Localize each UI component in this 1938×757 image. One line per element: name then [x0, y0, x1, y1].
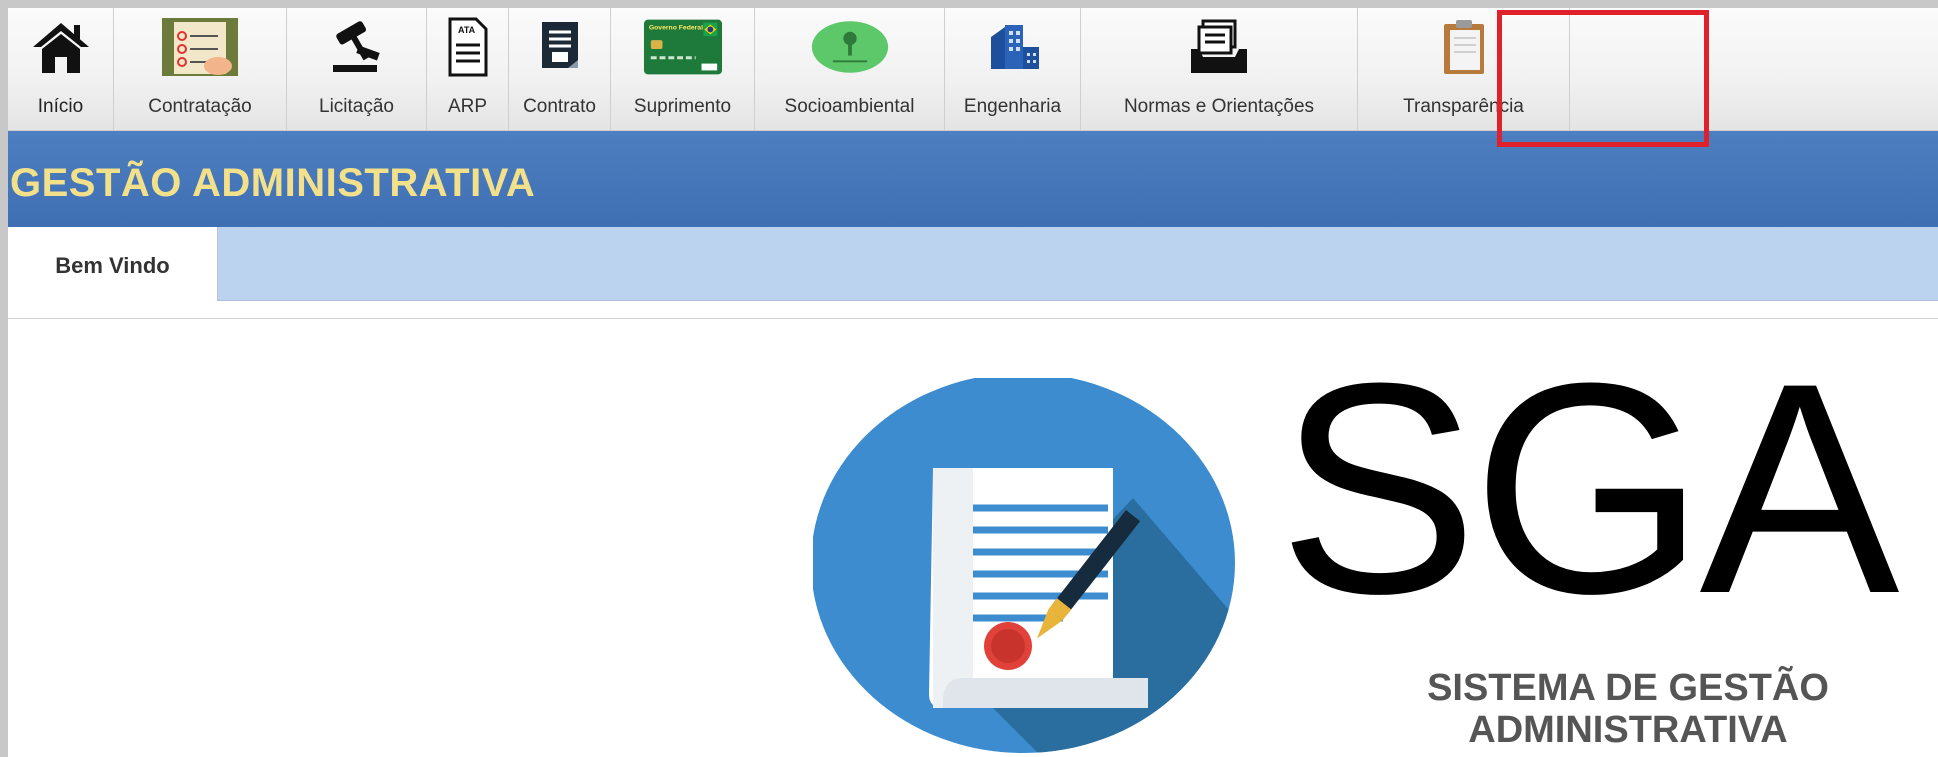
- contract-hiring-icon: [160, 14, 240, 80]
- menu-label: Socioambiental: [784, 96, 915, 117]
- menu-label: Contratação: [148, 96, 252, 117]
- transparencia-highlight-box: [1497, 10, 1709, 147]
- menu-item-contratacao[interactable]: Contratação: [114, 8, 287, 130]
- contract-icon: [520, 14, 600, 80]
- file-tray-icon: [1179, 14, 1259, 80]
- logo-subtitle-line1: SISTEMA DE GESTÃO: [1427, 667, 1829, 709]
- menu-item-suprimento[interactable]: Governo Federal Suprimento: [611, 8, 755, 130]
- menu-label: Suprimento: [633, 96, 732, 117]
- menu-label: Engenharia: [963, 96, 1062, 117]
- clipboard-icon: [1424, 14, 1504, 80]
- menu-label: Contrato: [523, 96, 596, 117]
- svg-text:ATA: ATA: [458, 25, 476, 35]
- tab-label: Bem Vindo: [55, 253, 170, 278]
- tab-strip: Bem Vindo: [8, 227, 1938, 301]
- tree-icon: [810, 14, 890, 80]
- menu-item-normas-e-orientacoes[interactable]: Normas e Orientações: [1081, 8, 1358, 130]
- divider: [8, 318, 1938, 319]
- ata-document-icon: ATA: [428, 14, 508, 80]
- menu-item-contrato[interactable]: Contrato: [509, 8, 611, 130]
- buildings-icon: [973, 14, 1053, 80]
- menu-label: ARP: [447, 96, 488, 117]
- menu-item-arp[interactable]: ATA ARP: [427, 8, 509, 130]
- logo-document-icon: [811, 373, 1243, 757]
- menu-label: Licitação: [319, 96, 394, 117]
- tab-bem-vindo[interactable]: Bem Vindo: [8, 227, 218, 301]
- svg-text:Governo Federal: Governo Federal: [648, 24, 702, 31]
- logo-subtitle: SISTEMA DE GESTÃO ADMINISTRATIVA: [1398, 667, 1858, 752]
- app-frame: Início Contratação Licitação ATA ARP Con…: [8, 8, 1938, 757]
- menu-item-socioambiental[interactable]: Socioambiental: [755, 8, 945, 130]
- menu-item-engenharia[interactable]: Engenharia: [945, 8, 1081, 130]
- home-icon: [21, 14, 101, 80]
- menu-item-licitacao[interactable]: Licitação: [287, 8, 427, 130]
- logo-letters: SGA: [1278, 320, 1900, 656]
- card-icon: Governo Federal: [643, 14, 723, 80]
- gavel-icon: [317, 14, 397, 80]
- page-title: GESTÃO ADMINISTRATIVA: [10, 161, 536, 205]
- menu-item-inicio[interactable]: Início: [8, 8, 114, 130]
- menu-label: Normas e Orientações: [1123, 96, 1315, 117]
- menu-label: Início: [37, 96, 84, 117]
- logo-subtitle-line2: ADMINISTRATIVA: [1468, 708, 1788, 751]
